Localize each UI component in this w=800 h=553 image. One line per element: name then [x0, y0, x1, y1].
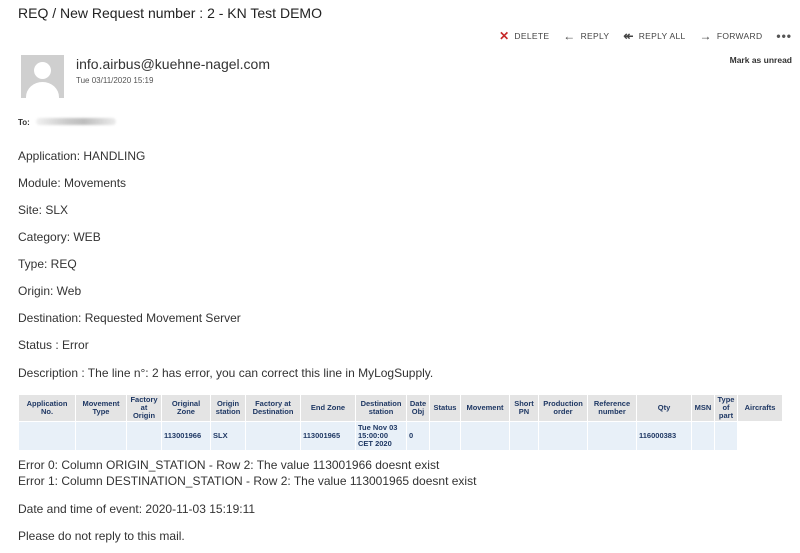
table-cell	[714, 421, 738, 451]
table-cell	[18, 421, 76, 451]
body-status: Status : Error	[18, 338, 89, 352]
table-header: Factory at Destination	[245, 394, 301, 422]
table-cell: 113001966	[161, 421, 211, 451]
table-header: Date Obj	[406, 394, 430, 422]
table-header: Reference number	[587, 394, 637, 422]
body-destination: Destination: Requested Movement Server	[18, 311, 241, 325]
table-header-row: Application No. Movement Type Factory at…	[18, 394, 783, 422]
table-cell	[737, 421, 783, 451]
reply-label: REPLY	[580, 31, 610, 41]
event-time: Date and time of event: 2020-11-03 15:19…	[18, 502, 256, 516]
movement-table: Application No. Movement Type Factory at…	[18, 394, 783, 451]
table-cell	[126, 421, 162, 451]
table-header: Qty	[636, 394, 692, 422]
error-line: Error 0: Column ORIGIN_STATION - Row 2: …	[18, 458, 440, 472]
table-header: Origin station	[210, 394, 246, 422]
avatar	[21, 55, 64, 98]
more-dots-icon: •••	[776, 29, 792, 43]
table-header: Factory at Origin	[126, 394, 162, 422]
table-header: Aircrafts	[737, 394, 783, 422]
to-label: To:	[18, 118, 30, 127]
body-application: Application: HANDLING	[18, 149, 146, 163]
body-origin: Origin: Web	[18, 284, 82, 298]
body-site: Site: SLX	[18, 203, 69, 217]
table-header: MSN	[691, 394, 715, 422]
table-header: Original Zone	[161, 394, 211, 422]
table-cell: 0	[406, 421, 430, 451]
table-header: End Zone	[300, 394, 356, 422]
forward-button[interactable]: → FORWARD	[700, 30, 763, 42]
more-options-button[interactable]: •••	[776, 29, 792, 43]
table-header: Application No.	[18, 394, 76, 422]
body-description: Description : The line n°: 2 has error, …	[18, 366, 434, 380]
error-line: Error 1: Column DESTINATION_STATION - Ro…	[18, 474, 477, 488]
reply-all-arrow-icon: ↞	[623, 29, 634, 43]
table-cell	[460, 421, 510, 451]
table-cell: 113001965	[300, 421, 356, 451]
table-cell	[587, 421, 637, 451]
email-subject: REQ / New Request number : 2 - KN Test D…	[18, 5, 322, 21]
reply-button[interactable]: ← REPLY	[563, 30, 609, 42]
table-cell: SLX	[210, 421, 246, 451]
table-cell	[538, 421, 588, 451]
table-header: Production order	[538, 394, 588, 422]
table-header: Destination station	[355, 394, 407, 422]
table-header: Movement	[460, 394, 510, 422]
table-cell	[509, 421, 539, 451]
sent-timestamp: Tue 03/11/2020 15:19	[76, 76, 154, 85]
table-cell	[245, 421, 301, 451]
table-row: 113001966 SLX 113001965 Tue Nov 03 15:00…	[18, 421, 783, 451]
table-header: Status	[429, 394, 461, 422]
body-type: Type: REQ	[18, 257, 77, 271]
delete-label: DELETE	[514, 31, 550, 41]
recipient-redacted	[36, 118, 116, 125]
table-header: Type of part	[714, 394, 738, 422]
table-cell	[75, 421, 127, 451]
forward-label: FORWARD	[716, 31, 763, 41]
table-header: Short PN	[509, 394, 539, 422]
forward-arrow-icon: →	[699, 29, 712, 43]
reply-all-label: REPLY ALL	[638, 31, 686, 41]
footer-notice: Please do not reply to this mail.	[18, 529, 185, 543]
reply-all-button[interactable]: ↞ REPLY ALL	[623, 30, 685, 42]
avatar-body-shape	[26, 82, 59, 98]
table-header: Movement Type	[75, 394, 127, 422]
table-cell	[429, 421, 461, 451]
sender-email[interactable]: info.airbus@kuehne-nagel.com	[76, 56, 270, 72]
mark-as-unread-link[interactable]: Mark as unread	[730, 55, 792, 65]
table-cell: Tue Nov 03 15:00:00 CET 2020	[355, 421, 407, 451]
table-cell: 116000383	[636, 421, 692, 451]
body-category: Category: WEB	[18, 230, 101, 244]
close-x-icon: ✕	[499, 29, 510, 43]
body-module: Module: Movements	[18, 176, 127, 190]
avatar-placeholder-icon	[34, 62, 51, 79]
message-action-bar: ✕ DELETE ← REPLY ↞ REPLY ALL → FORWARD •…	[499, 29, 792, 43]
reply-arrow-icon: ←	[563, 29, 576, 43]
delete-button[interactable]: ✕ DELETE	[499, 30, 549, 42]
table-cell	[691, 421, 715, 451]
